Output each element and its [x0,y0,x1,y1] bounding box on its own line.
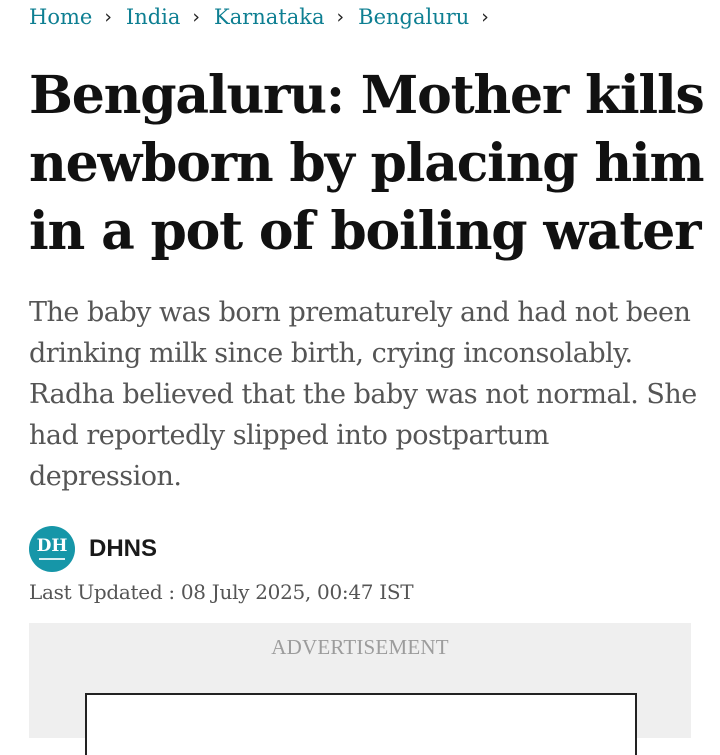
breadcrumb-bengaluru[interactable]: Bengaluru [358,5,469,29]
author-name[interactable]: DHNS [89,535,157,563]
advertisement-container: ADVERTISEMENT [29,623,691,755]
chevron-right-icon: › [481,5,489,28]
logo-tagline-mark [39,558,65,560]
breadcrumb-karnataka[interactable]: Karnataka [214,5,325,29]
article-headline: Bengaluru: Mother kills newborn by placi… [29,65,705,262]
author-byline: DH DHNS [29,526,157,572]
article-summary: The baby was born prematurely and had no… [29,297,697,492]
chevron-right-icon: › [104,5,112,28]
chevron-right-icon: › [192,5,201,28]
breadcrumb: Home › India › Karnataka › Bengaluru › [29,2,503,32]
last-updated-timestamp: Last Updated : 08 July 2025, 00:47 IST [29,580,414,604]
dh-logo-text: DH [36,536,68,556]
advertisement-frame[interactable] [85,693,637,755]
breadcrumb-india[interactable]: India [126,5,181,29]
advertisement-label: ADVERTISEMENT [271,635,449,659]
breadcrumb-home[interactable]: Home [29,5,92,29]
author-avatar[interactable]: DH [29,526,75,572]
article-page: Home › India › Karnataka › Bengaluru › B… [0,0,720,755]
chevron-right-icon: › [336,5,345,28]
